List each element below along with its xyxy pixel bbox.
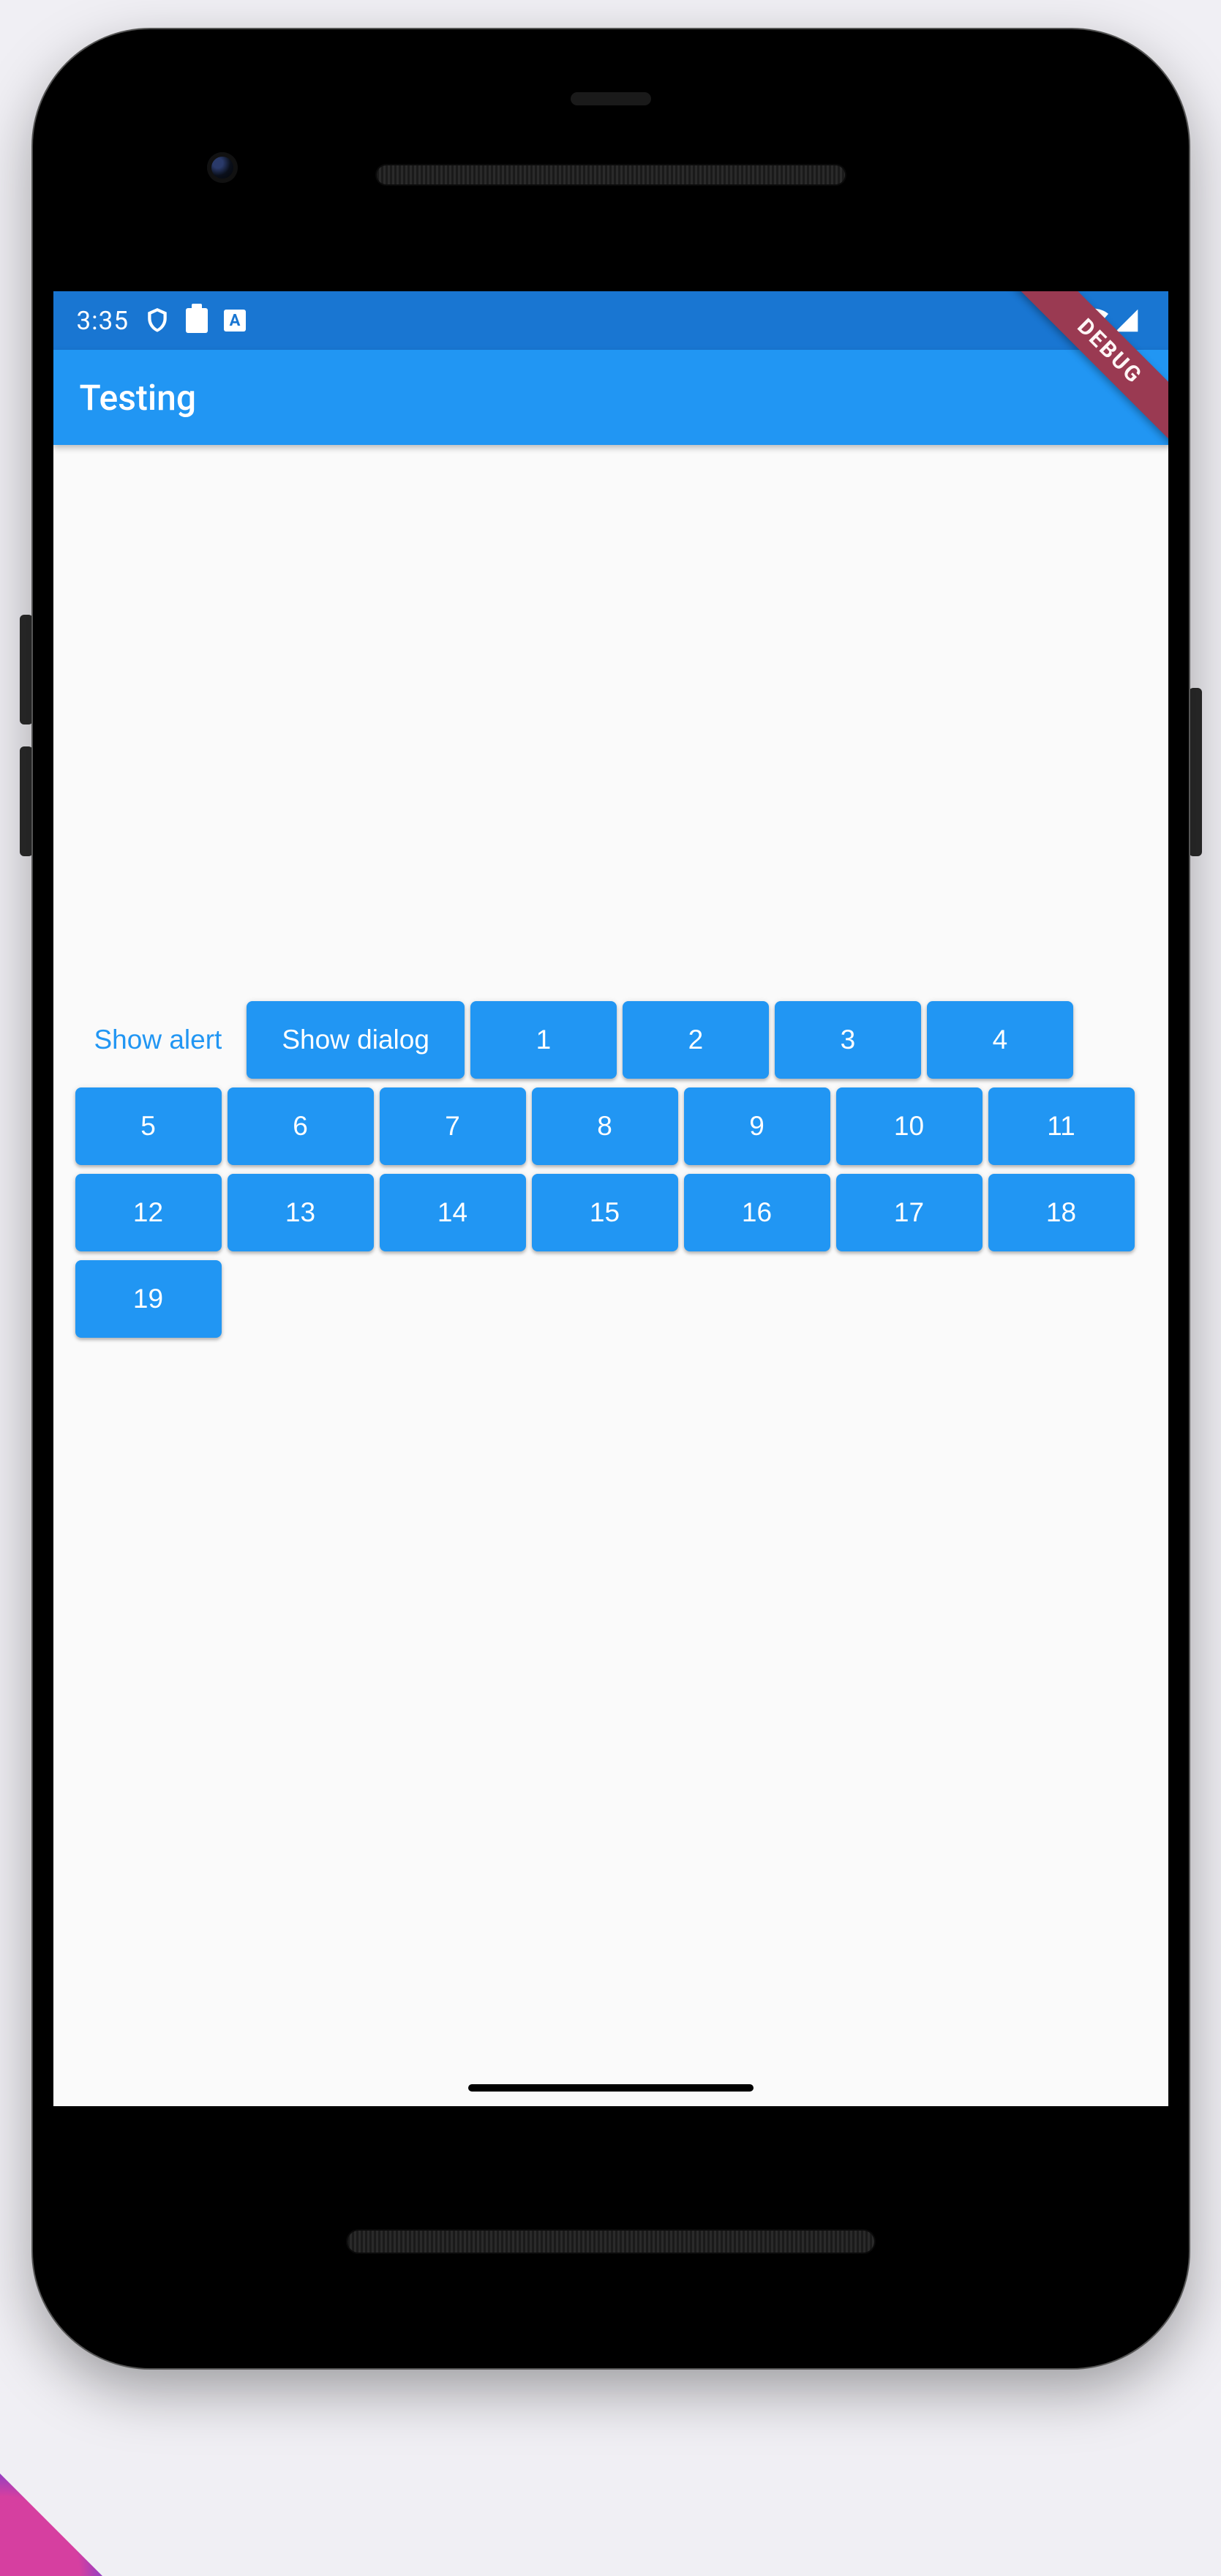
page-decorative-corner [0,2474,102,2576]
status-clock: 3:35 [77,306,129,336]
volume-up-button [20,615,33,724]
status-left: 3:35 A [77,306,247,336]
number-button-4[interactable]: 4 [927,1001,1073,1079]
sd-card-icon [186,308,208,333]
number-button-14[interactable]: 14 [380,1174,526,1251]
wifi-icon [1076,308,1108,333]
number-button-3[interactable]: 3 [775,1001,921,1079]
number-label: 7 [445,1111,460,1142]
number-button-16[interactable]: 16 [684,1174,830,1251]
power-button [1189,688,1202,856]
number-label: 17 [894,1197,924,1228]
app-bar-title: Testing [80,377,197,419]
number-button-17[interactable]: 17 [836,1174,983,1251]
volume-down-button [20,746,33,856]
show-alert-label: Show alert [94,1025,222,1055]
app-body: Show alert Show dialog 1 2 3 4 5 6 7 8 [53,445,1168,2106]
number-label: 14 [437,1197,467,1228]
number-button-9[interactable]: 9 [684,1087,830,1165]
number-label: 16 [742,1197,772,1228]
phone-frame: 3:35 A [33,29,1189,2368]
number-label: 9 [749,1111,764,1142]
number-button-12[interactable]: 12 [75,1174,222,1251]
number-label: 2 [688,1025,704,1055]
a-badge-icon: A [224,310,246,332]
number-button-15[interactable]: 15 [532,1174,678,1251]
number-button-19[interactable]: 19 [75,1260,222,1338]
number-label: 5 [140,1111,156,1142]
number-button-6[interactable]: 6 [228,1087,374,1165]
number-label: 19 [133,1284,163,1314]
top-pill [571,92,651,105]
app-bar: Testing [53,350,1168,445]
number-label: 11 [1047,1111,1075,1142]
number-label: 3 [841,1025,856,1055]
number-label: 4 [993,1025,1008,1055]
number-button-7[interactable]: 7 [380,1087,526,1165]
phone-mockup: 3:35 A [33,29,1189,2368]
number-label: 12 [133,1197,163,1228]
number-label: 15 [590,1197,620,1228]
device-screen: 3:35 A [53,291,1168,2106]
front-camera [207,152,238,183]
earpiece-speaker [377,165,845,184]
show-dialog-label: Show dialog [282,1025,429,1055]
number-label: 1 [536,1025,552,1055]
bezel-top [53,50,1168,291]
show-alert-button[interactable]: Show alert [75,1001,241,1079]
button-wrap: Show alert Show dialog 1 2 3 4 5 6 7 8 [75,1001,1146,1338]
number-label: 6 [293,1111,308,1142]
number-button-5[interactable]: 5 [75,1087,222,1165]
number-label: 13 [285,1197,315,1228]
shield-icon [145,307,170,334]
number-button-8[interactable]: 8 [532,1087,678,1165]
cell-signal-icon [1114,308,1139,333]
show-dialog-button[interactable]: Show dialog [247,1001,465,1079]
number-button-10[interactable]: 10 [836,1087,983,1165]
number-button-2[interactable]: 2 [623,1001,769,1079]
number-label: 18 [1046,1197,1076,1228]
bezel-bottom [53,2106,1168,2348]
number-button-13[interactable]: 13 [228,1174,374,1251]
status-right [1076,308,1139,333]
number-button-1[interactable]: 1 [470,1001,617,1079]
bottom-speaker [347,2231,874,2253]
phone-frame-inner: 3:35 A [53,50,1168,2348]
number-label: 10 [894,1111,924,1142]
status-bar: 3:35 A [53,291,1168,350]
gesture-nav-bar [468,2084,754,2092]
number-button-18[interactable]: 18 [988,1174,1135,1251]
number-label: 8 [597,1111,612,1142]
number-button-11[interactable]: 11 [988,1087,1135,1165]
